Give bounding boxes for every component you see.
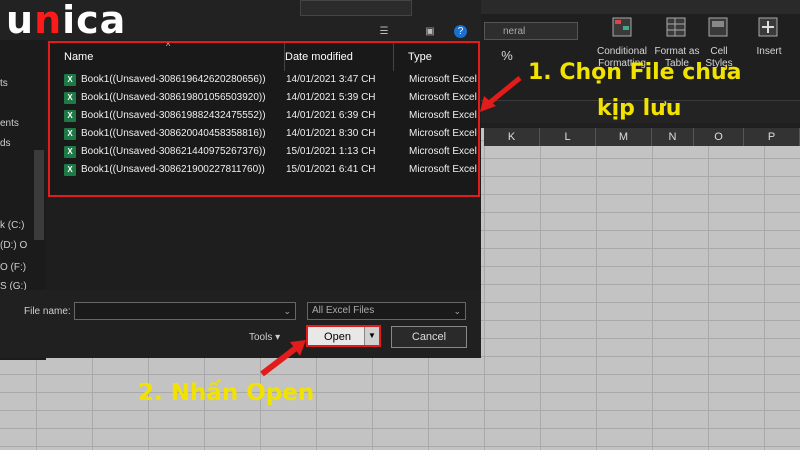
callout-step1-line1: 1. Chọn File chưa [528,60,742,85]
callout-step2: 2. Nhấn Open [138,380,315,406]
arrow-step1 [486,76,522,106]
arrow-step2 [260,345,298,377]
callout-step1-line2: kịp lưu [597,96,682,121]
